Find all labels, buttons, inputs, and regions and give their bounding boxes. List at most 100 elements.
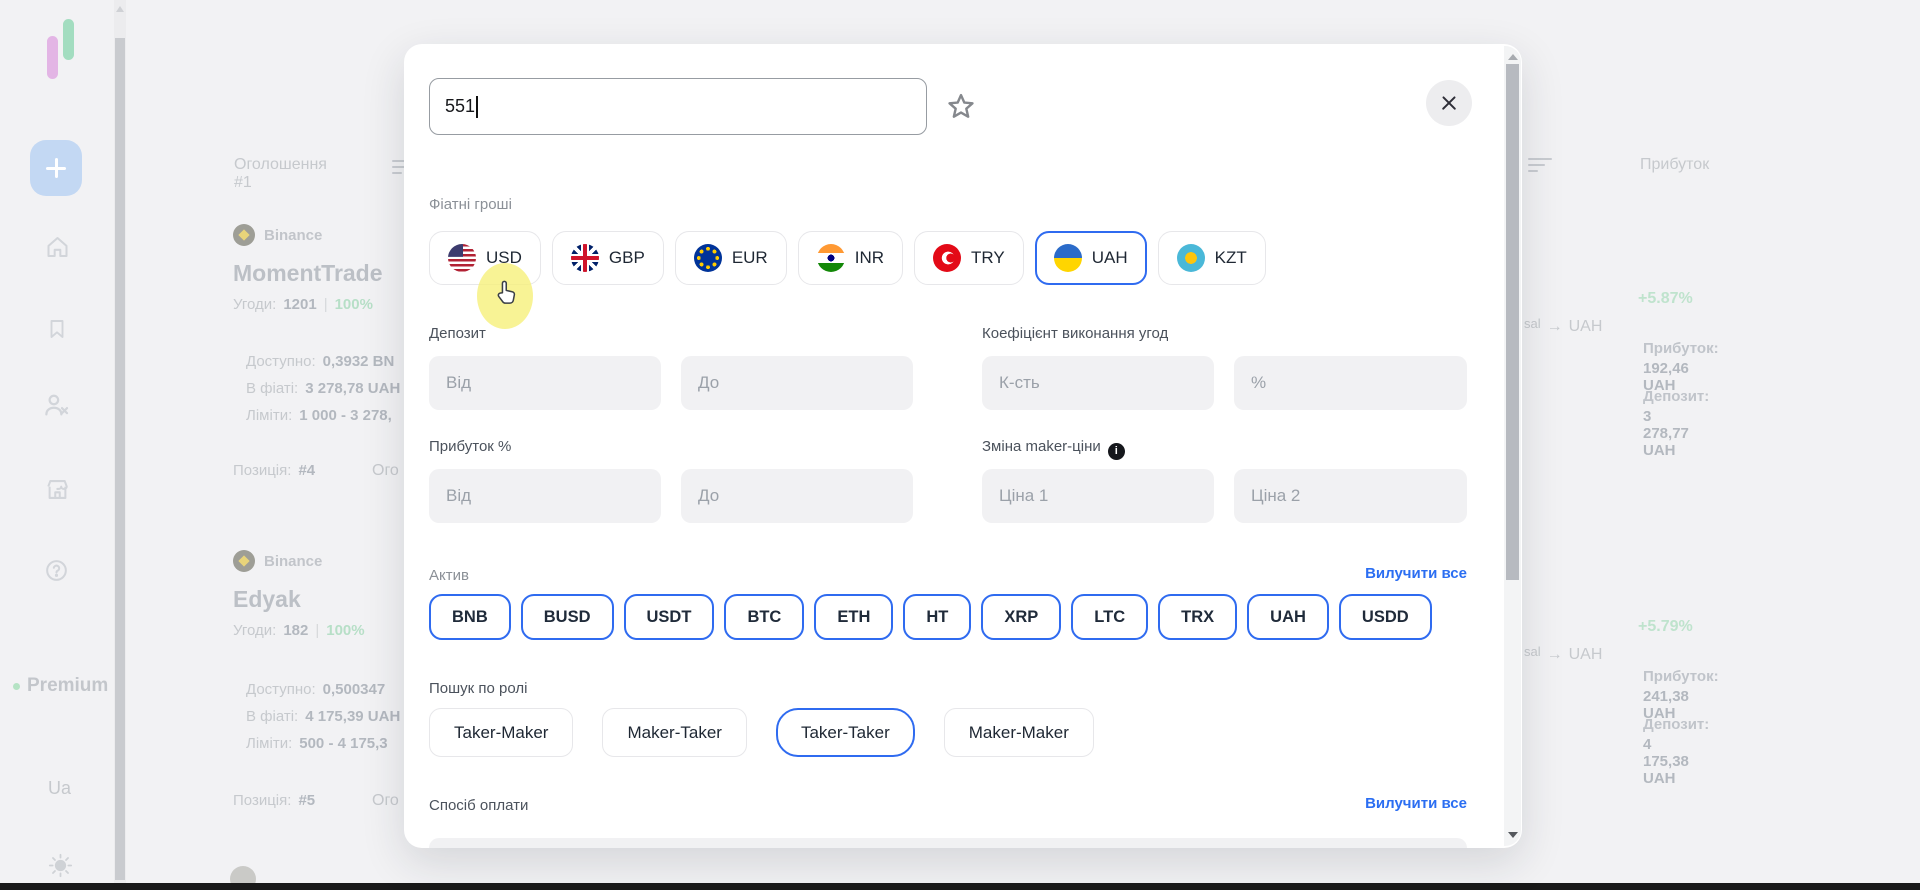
hand-cursor-icon bbox=[494, 280, 518, 308]
info-icon[interactable]: i bbox=[1108, 443, 1125, 460]
maker-price1-input[interactable] bbox=[982, 469, 1214, 523]
asset-chip-usdd[interactable]: USDD bbox=[1339, 594, 1432, 640]
available-value: 0,500347 bbox=[323, 676, 386, 703]
card-details: Доступно:0,500347 В фіаті:4 175,39 UAH Л… bbox=[246, 676, 400, 757]
pair-to: UAH bbox=[1569, 318, 1603, 336]
premium-label: Premium bbox=[27, 675, 108, 697]
profit-to-input[interactable] bbox=[681, 469, 913, 523]
next-listing-header: Ого bbox=[372, 462, 399, 480]
maker-section-label: Зміна maker-ціниi bbox=[982, 438, 1125, 460]
role-chip-maker-maker[interactable]: Maker-Maker bbox=[944, 708, 1094, 757]
exchange-row: Binance bbox=[233, 550, 322, 572]
kzt-flag-icon bbox=[1177, 244, 1205, 272]
trader-name: MomentTrade bbox=[233, 260, 383, 287]
asset-code: BTC bbox=[747, 608, 781, 627]
role-chip-taker-taker[interactable]: Taker-Taker bbox=[776, 708, 915, 757]
pair-row: sal → UAH bbox=[1524, 644, 1602, 664]
asset-code: BUSD bbox=[544, 608, 591, 627]
asset-chip-xrp[interactable]: XRP bbox=[981, 594, 1061, 640]
asset-chip-uah[interactable]: UAH bbox=[1247, 594, 1329, 640]
asset-code: HT bbox=[926, 608, 948, 627]
deposit-value: 4 175,38 UAH bbox=[1643, 736, 1689, 787]
role-label: Maker-Taker bbox=[627, 723, 721, 743]
currency-chip-try[interactable]: TRY bbox=[914, 231, 1024, 285]
try-flag-icon bbox=[933, 244, 961, 272]
role-label: Maker-Maker bbox=[969, 723, 1069, 743]
divider: | bbox=[315, 622, 319, 639]
pair-to: UAH bbox=[1569, 646, 1603, 664]
close-button[interactable] bbox=[1426, 80, 1472, 126]
scroll-down-icon[interactable] bbox=[1508, 832, 1518, 838]
currency-code: TRY bbox=[971, 248, 1005, 268]
currency-chip-inr[interactable]: INR bbox=[798, 231, 903, 285]
role-chip-taker-maker[interactable]: Taker-Maker bbox=[429, 708, 573, 757]
arrow-icon: → bbox=[1547, 318, 1563, 336]
trades-row: Угоди: 1201 | 100% bbox=[233, 296, 373, 313]
currency-chip-gbp[interactable]: GBP bbox=[552, 231, 664, 285]
search-value: 551 bbox=[445, 96, 475, 117]
page-scrollbar-thumb bbox=[115, 38, 125, 880]
asset-chip-usdt[interactable]: USDT bbox=[624, 594, 715, 640]
home-icon bbox=[44, 233, 71, 261]
fiat-value: 3 278,78 UAH bbox=[305, 375, 400, 402]
profit-section-label: Прибуток % bbox=[429, 438, 511, 455]
limits-value: 1 000 - 3 278, bbox=[299, 402, 392, 429]
payment-method-input[interactable] bbox=[429, 838, 1467, 848]
asset-code: USDT bbox=[647, 608, 692, 627]
trades-value: 182 bbox=[283, 622, 308, 639]
scroll-up-icon[interactable] bbox=[1508, 54, 1518, 60]
divider: | bbox=[324, 296, 328, 313]
modal-scrollbar[interactable] bbox=[1504, 46, 1521, 846]
maker-price2-input[interactable] bbox=[1234, 469, 1467, 523]
execution-count-input[interactable] bbox=[982, 356, 1214, 410]
profit-label: Прибуток: bbox=[1643, 668, 1719, 685]
currency-code: KZT bbox=[1215, 248, 1247, 268]
profit-header: Прибуток bbox=[1640, 156, 1709, 174]
asset-chip-eth[interactable]: ETH bbox=[814, 594, 893, 640]
asset-chips: BNB BUSD USDT BTC ETH HT XRP LTC TRX UAH… bbox=[429, 594, 1432, 640]
deposit-to-input[interactable] bbox=[681, 356, 913, 410]
deposit-label: Депозит: bbox=[1643, 388, 1709, 405]
filters-modal: 551 Фіатні гроші USD GBP EUR INR TRY UAH… bbox=[404, 44, 1522, 848]
page-scrollbar bbox=[114, 0, 126, 884]
execution-percent-input[interactable] bbox=[1234, 356, 1467, 410]
modal-scrollbar-thumb[interactable] bbox=[1506, 64, 1519, 580]
success-rate: 100% bbox=[335, 296, 373, 313]
favorite-star-icon[interactable] bbox=[944, 90, 978, 124]
search-input[interactable]: 551 bbox=[429, 78, 927, 135]
asset-chip-bnb[interactable]: BNB bbox=[429, 594, 511, 640]
next-listing-header: Ого bbox=[372, 792, 399, 810]
deposit-value: 3 278,77 UAH bbox=[1643, 408, 1689, 459]
asset-chip-ht[interactable]: HT bbox=[903, 594, 971, 640]
deposit-section-label: Депозит bbox=[429, 325, 486, 342]
exchange-row: Binance bbox=[233, 224, 322, 246]
currency-chip-uah[interactable]: UAH bbox=[1035, 231, 1147, 285]
currency-code: GBP bbox=[609, 248, 645, 268]
currency-chip-kzt[interactable]: KZT bbox=[1158, 231, 1266, 285]
available-label: Доступно: bbox=[246, 676, 316, 703]
premium-dot-icon bbox=[13, 683, 20, 690]
payment-clear-all-link[interactable]: Вилучити все bbox=[1239, 795, 1467, 812]
assets-clear-all-link[interactable]: Вилучити все bbox=[1239, 565, 1467, 582]
asset-chip-busd[interactable]: BUSD bbox=[521, 594, 614, 640]
add-button bbox=[30, 140, 82, 196]
user-remove-icon bbox=[42, 390, 72, 420]
currency-chip-eur[interactable]: EUR bbox=[675, 231, 787, 285]
trades-value: 1201 bbox=[283, 296, 316, 313]
scroll-up-icon bbox=[116, 6, 124, 12]
position-value: #5 bbox=[298, 792, 315, 809]
inr-flag-icon bbox=[817, 244, 845, 272]
app-logo-icon bbox=[63, 19, 74, 60]
exchange-name: Binance bbox=[264, 553, 322, 570]
limits-value: 500 - 4 175,3 bbox=[299, 730, 387, 757]
asset-chip-trx[interactable]: TRX bbox=[1158, 594, 1237, 640]
role-chip-maker-taker[interactable]: Maker-Taker bbox=[602, 708, 746, 757]
profit-from-input[interactable] bbox=[429, 469, 661, 523]
asset-chip-btc[interactable]: BTC bbox=[724, 594, 804, 640]
deposit-label: Депозит: bbox=[1643, 716, 1709, 733]
asset-chip-ltc[interactable]: LTC bbox=[1071, 594, 1148, 640]
role-label: Taker-Taker bbox=[801, 723, 890, 743]
fiat-currency-chips: USD GBP EUR INR TRY UAH KZT bbox=[429, 231, 1266, 285]
eur-flag-icon bbox=[694, 244, 722, 272]
deposit-from-input[interactable] bbox=[429, 356, 661, 410]
